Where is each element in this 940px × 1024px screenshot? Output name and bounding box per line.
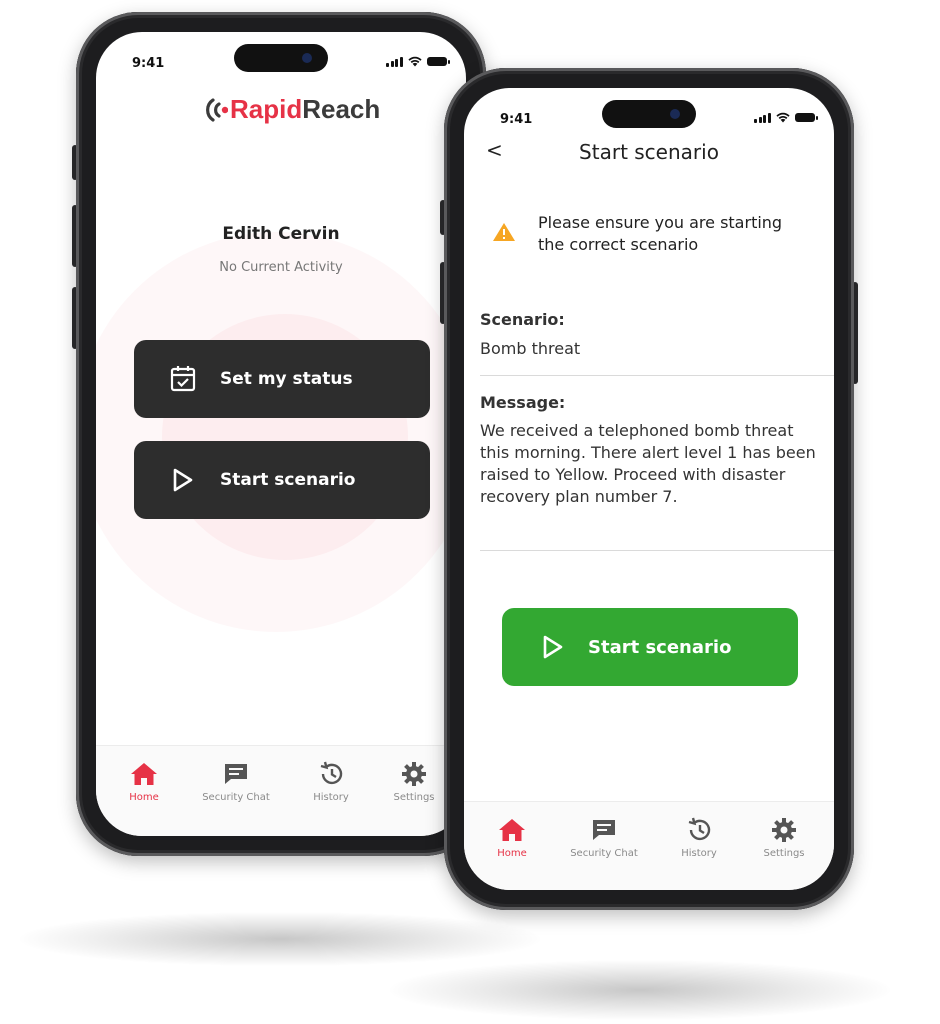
home-icon [104,760,184,788]
status-icons [386,56,450,67]
status-time: 9:41 [500,112,533,127]
right-phone: 9:41 < Start scenario Please ensure you … [444,68,854,910]
message-label: Message: [480,393,566,412]
tab-security-chat[interactable]: Security Chat [564,816,644,859]
tab-history[interactable]: History [659,816,739,859]
battery-icon [426,57,450,66]
tab-label: Security Chat [202,792,270,803]
tab-history[interactable]: History [291,760,371,803]
calendar-check-icon [168,364,198,394]
tab-label: Settings [763,848,805,859]
start-scenario-button[interactable]: Start scenario [134,441,430,519]
gear-icon [374,760,454,788]
logo-text-reach: Reach [302,94,381,124]
start-scenario-screen: 9:41 < Start scenario Please ensure you … [464,88,834,890]
tab-bar: Home Security Chat History Settings [96,745,466,836]
signal-icon [386,56,403,67]
dynamic-island [234,44,328,72]
history-icon [291,760,371,788]
play-icon [538,632,568,662]
chat-icon [196,760,276,788]
tab-label: History [313,792,349,803]
gear-icon [744,816,824,844]
status-time: 9:41 [132,56,165,71]
message-value: We received a telephoned bomb threat thi… [480,421,816,506]
logo-text-rapid: Rapid [230,94,303,124]
start-scenario-confirm-label: Start scenario [588,636,732,658]
right-phone-shadow [390,960,890,1020]
tab-settings[interactable]: Settings [744,816,824,859]
left-phone: 9:41 Rapid Reach Edith Cervin No Current … [76,12,486,856]
play-icon [168,465,198,495]
warning-banner: Please ensure you are starting the corre… [492,212,812,256]
tab-label: Security Chat [570,848,638,859]
broadcast-icon [206,97,228,122]
tab-label: Home [129,792,159,803]
rapidreach-logo: Rapid Reach [204,94,380,125]
tab-bar: Home Security Chat History Settings [464,801,834,890]
scenario-label: Scenario: [480,310,565,329]
divider [480,550,834,551]
dynamic-island [602,100,696,128]
tab-label: Home [497,848,527,859]
home-screen: 9:41 Rapid Reach Edith Cervin No Current … [96,32,466,836]
warning-text: Please ensure you are starting the corre… [538,213,783,254]
tab-settings[interactable]: Settings [374,760,454,803]
tab-home[interactable]: Home [472,816,552,859]
divider [480,375,834,376]
chat-icon [564,816,644,844]
scenario-value: Bomb threat [480,339,581,358]
battery-icon [794,113,818,122]
left-phone-shadow [20,912,540,966]
wifi-icon [407,56,422,67]
current-activity: No Current Activity [219,260,343,275]
signal-icon [754,112,771,123]
tab-label: Settings [393,792,435,803]
home-icon [472,816,552,844]
warning-icon [492,222,516,256]
history-icon [659,816,739,844]
set-my-status-button[interactable]: Set my status [134,340,430,418]
start-scenario-label: Start scenario [220,470,356,490]
tab-label: History [681,848,717,859]
set-my-status-label: Set my status [220,369,353,389]
page-title: Start scenario [579,140,719,164]
tab-home[interactable]: Home [104,760,184,803]
start-scenario-confirm-button[interactable]: Start scenario [502,608,798,686]
user-name: Edith Cervin [222,224,340,244]
tab-security-chat[interactable]: Security Chat [196,760,276,803]
status-icons [754,112,818,123]
wifi-icon [775,112,790,123]
